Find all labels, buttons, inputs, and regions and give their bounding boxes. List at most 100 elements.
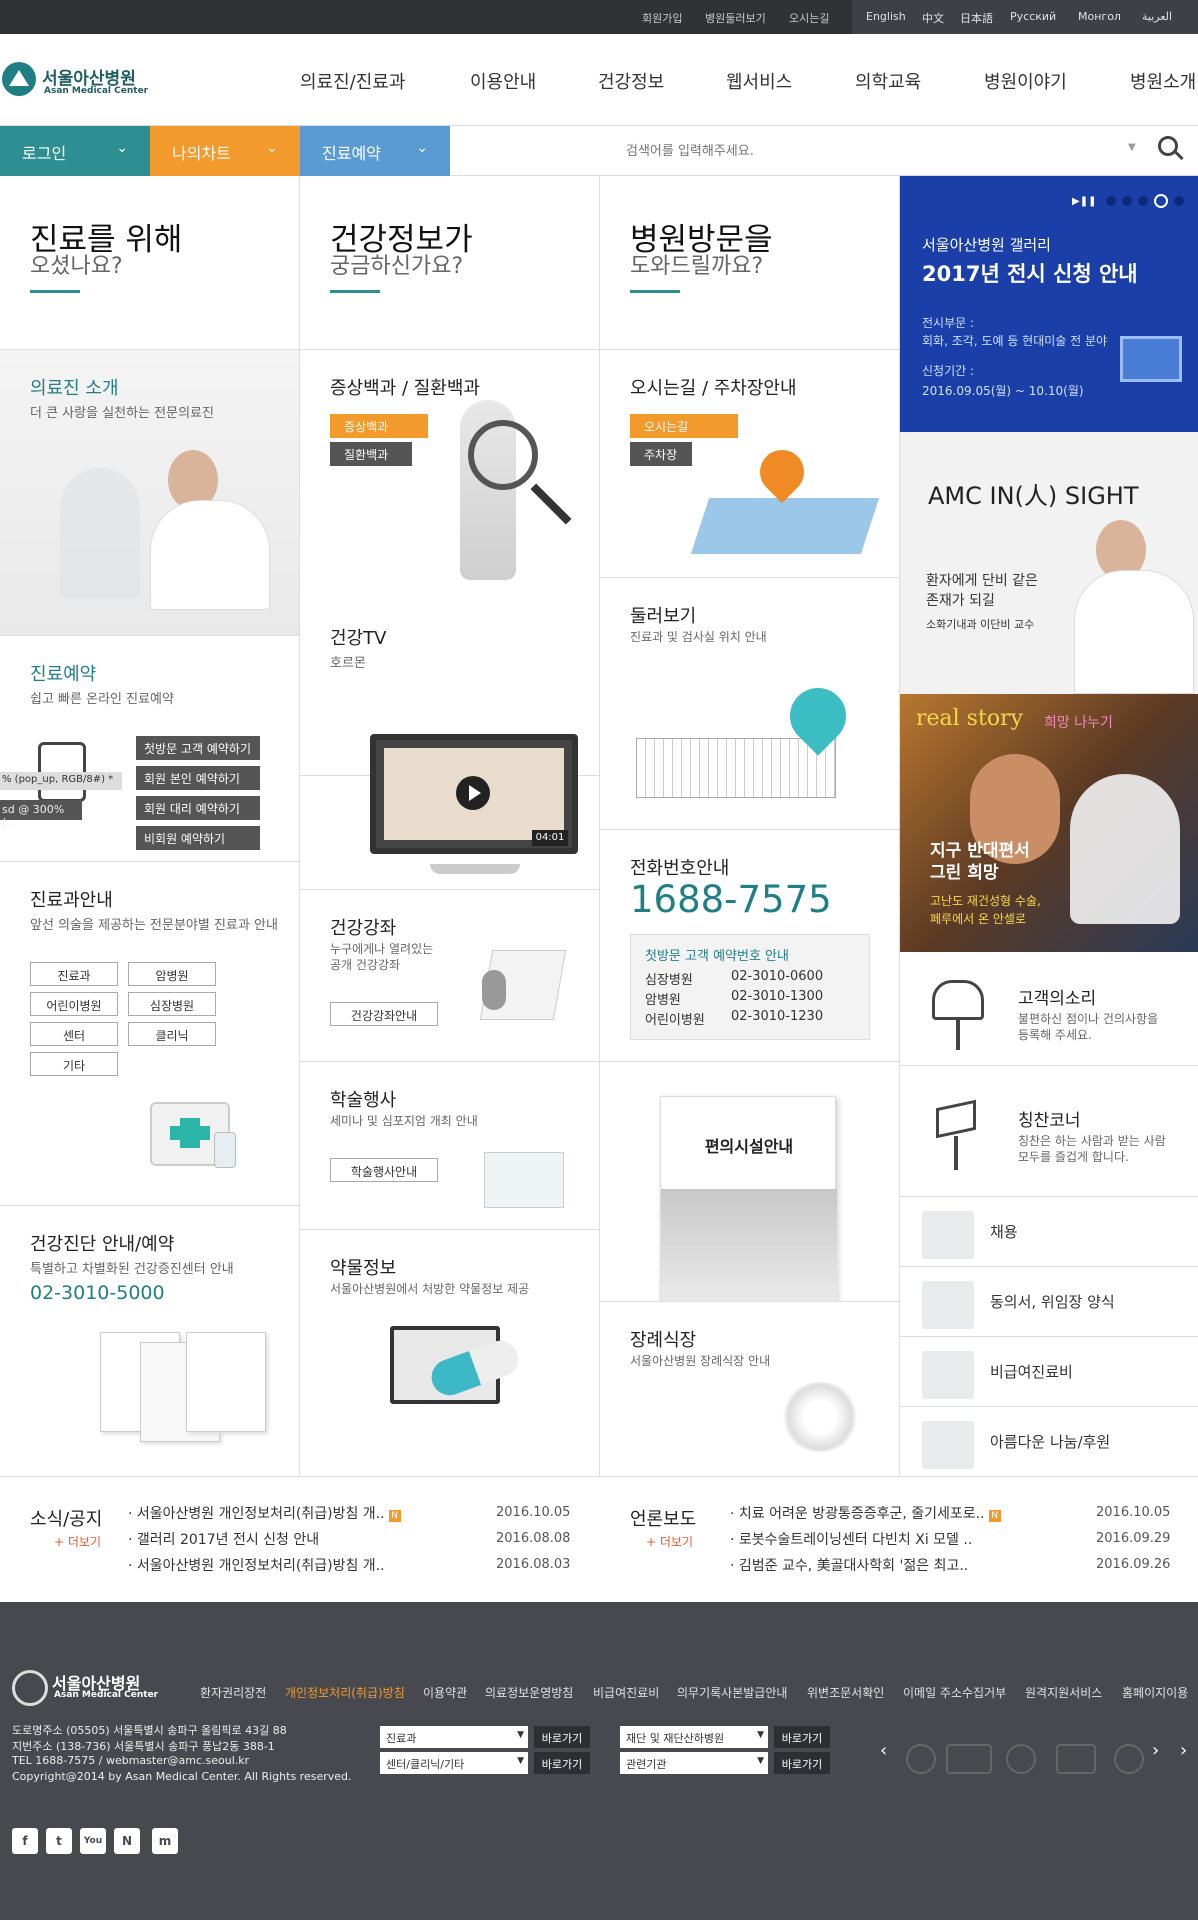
dept-button-cancer[interactable]: 암병원 (128, 962, 216, 986)
facebook-icon[interactable]: f (12, 1828, 38, 1854)
lang-japanese[interactable]: 日本語 (960, 10, 993, 26)
gnb-education[interactable]: 의학교육 (855, 68, 921, 94)
chevron-right-icon[interactable]: › (1180, 1740, 1187, 1761)
footer-select-foundation[interactable]: 재단 및 재단산하병원 ▼ (620, 1726, 768, 1748)
lang-russian[interactable]: Русский (1010, 10, 1056, 23)
voice-card[interactable]: 고객의소리 불편하신 점이나 건의사항을 등록해 주세요. (900, 952, 1198, 1066)
convenience-card[interactable]: 편의시설안내 (600, 1062, 899, 1302)
logo-emblem-icon[interactable] (2, 62, 36, 96)
video-screen[interactable]: 04:01 (370, 734, 578, 854)
slide-dot[interactable] (1138, 196, 1148, 206)
footer-link[interactable]: 홈페이지이용 (1122, 1684, 1188, 1701)
praise-card[interactable]: 칭찬코너 칭찬은 하는 사람과 받는 사람 모두를 즐겁게 합니다. (900, 1066, 1198, 1196)
press-item[interactable]: · 치료 어려운 방광통증증후군, 줄기세포로.. N (730, 1503, 1001, 1523)
footer-link[interactable]: 환자권리장전 (200, 1684, 266, 1701)
search-input[interactable] (626, 140, 1126, 162)
quick-item-recruit[interactable]: 채용 (900, 1196, 1198, 1266)
footer-link[interactable]: 비급여진료비 (593, 1684, 659, 1701)
notice-more-link[interactable]: + 더보기 (54, 1533, 101, 1550)
phone-number[interactable]: 1688-7575 (630, 878, 832, 921)
healthtv-card[interactable]: 건강TV 호르몬 04:01 (300, 600, 599, 890)
checkup-card[interactable]: 건강진단 안내/예약 특별하고 차별화된 건강증진센터 안내 02-3010-5… (0, 1206, 299, 1476)
dept-button-children[interactable]: 어린이병원 (30, 992, 118, 1016)
dept-button-heart[interactable]: 심장병원 (128, 992, 216, 1016)
parking-button[interactable]: 주차장 (630, 442, 692, 466)
footer-select-dept[interactable]: 진료과 ▼ (380, 1726, 528, 1748)
directions-link[interactable]: 오시는길 (789, 10, 829, 26)
twitter-icon[interactable]: t (46, 1828, 72, 1854)
reserve-nonmember-button[interactable]: 비회원 예약하기 (136, 826, 260, 850)
directions-button[interactable]: 오시는길 (630, 414, 738, 438)
footer-link[interactable]: 위변조문서확인 (807, 1684, 884, 1701)
lecture-info-button[interactable]: 건강강좌안내 (330, 1002, 438, 1026)
lang-arabic[interactable]: العربية (1142, 10, 1172, 23)
footer-go-button[interactable]: 바로가기 (774, 1752, 830, 1774)
gnb-webservice[interactable]: 웹서비스 (726, 68, 792, 94)
mychart-button[interactable]: 나의차트 ⌄ (150, 126, 300, 176)
gallery-banner[interactable]: ▶❚❚ 서울아산병원 갤러리 2017년 전시 신청 안내 전시부문 : 회화,… (900, 176, 1198, 432)
footer-select-center[interactable]: 센터/클리닉/기타 ▼ (380, 1752, 528, 1774)
tel-row-number[interactable]: 02-3010-0600 (731, 969, 823, 984)
footer-select-related[interactable]: 관련기관 ▼ (620, 1752, 768, 1774)
footer-go-button[interactable]: 바로가기 (774, 1726, 830, 1748)
realstory-banner[interactable]: real story 희망 나누기 지구 반대편서 그린 희망 고난도 재건성형… (900, 694, 1198, 952)
dept-button-clinic2[interactable]: 클리닉 (128, 1022, 216, 1046)
lookaround-card[interactable]: 둘러보기 진료과 및 검사실 위치 안내 (600, 578, 899, 830)
footer-link[interactable]: 의료정보운영방침 (485, 1684, 573, 1701)
chevron-left-icon[interactable]: ‹ (880, 1740, 887, 1761)
login-button[interactable]: 로그인 ⌄ (0, 126, 150, 176)
quick-item-fees[interactable]: 비급여진료비 (900, 1336, 1198, 1406)
play-pause-icon[interactable]: ▶❚❚ (1072, 196, 1096, 207)
dept-button-clinic[interactable]: 진료과 (30, 962, 118, 986)
quick-item-forms[interactable]: 동의서, 위임장 양식 (900, 1266, 1198, 1336)
notice-item[interactable]: · 서울아산병원 개인정보처리(취급)방침 개.. (128, 1555, 385, 1575)
press-item[interactable]: · 로봇수술트레이닝센터 다빈치 Xi 모델 .. (730, 1529, 972, 1549)
dept-button-center[interactable]: 센터 (30, 1022, 118, 1046)
naver-icon[interactable]: N (114, 1828, 140, 1854)
gnb-story[interactable]: 병원이야기 (984, 68, 1067, 94)
slide-dot-active[interactable] (1154, 194, 1168, 208)
youtube-icon[interactable]: You (80, 1828, 106, 1854)
checkup-phone[interactable]: 02-3010-5000 (30, 1282, 165, 1304)
dropdown-arrow-icon[interactable]: ▼ (1128, 142, 1136, 153)
doctors-card[interactable]: 의료진 소개 더 큰 사랑을 실천하는 전문의료진 (0, 350, 299, 636)
gnb-health[interactable]: 건강정보 (598, 68, 664, 94)
press-item[interactable]: · 김범준 교수, 美골대사학회 '젊은 최고.. (730, 1555, 968, 1575)
gnb-about[interactable]: 병원소개 (1130, 68, 1196, 94)
academic-info-button[interactable]: 학술행사안내 (330, 1158, 438, 1182)
footer-link-privacy[interactable]: 개인정보처리(취급)방침 (285, 1684, 405, 1701)
quick-item-donate[interactable]: 아름다운 나눔/후원 (900, 1406, 1198, 1476)
drug-card[interactable]: 약물정보 서울아산병원에서 처방한 약물정보 제공 (300, 1230, 599, 1476)
press-more-link[interactable]: + 더보기 (646, 1533, 693, 1550)
lang-chinese[interactable]: 中文 (922, 10, 944, 26)
hospital-tour-link[interactable]: 병원둘러보기 (705, 10, 766, 26)
chevron-right-icon[interactable]: › (1152, 1740, 1159, 1761)
reserve-button[interactable]: 진료예약 ⌄ (300, 126, 450, 176)
slide-dot[interactable] (1106, 196, 1116, 206)
footer-link[interactable]: 원격지원서비스 (1025, 1684, 1102, 1701)
notice-item[interactable]: · 갤러리 2017년 전시 신청 안내 (128, 1529, 319, 1549)
notice-item[interactable]: · 서울아산병원 개인정보처리(취급)방침 개.. N (128, 1503, 401, 1523)
funeral-card[interactable]: 장례식장 서울아산병원 장례식장 안내 (600, 1302, 899, 1476)
reserve-proxy-button[interactable]: 회원 대리 예약하기 (136, 796, 260, 820)
lang-mongolian[interactable]: Монгол (1078, 10, 1121, 23)
reserve-member-button[interactable]: 회원 본인 예약하기 (136, 766, 260, 790)
slide-dot[interactable] (1122, 196, 1132, 206)
footer-link[interactable]: 이메일 주소수집거부 (903, 1684, 1006, 1701)
tel-row-number[interactable]: 02-3010-1230 (731, 1009, 823, 1024)
diseases-button[interactable]: 질환백과 (330, 442, 412, 466)
tel-row-number[interactable]: 02-3010-1300 (731, 989, 823, 1004)
footer-go-button[interactable]: 바로가기 (534, 1752, 590, 1774)
insight-card[interactable]: AMC IN(人) SIGHT 환자에게 단비 같은 존재가 되길 소화기내과 … (900, 432, 1198, 694)
mobile-icon[interactable]: m (152, 1828, 178, 1854)
reserve-first-visit-button[interactable]: 첫방문 고객 예약하기 (136, 736, 260, 760)
lang-english[interactable]: English (866, 10, 906, 23)
footer-link[interactable]: 의무기록사본발급안내 (677, 1684, 787, 1701)
dept-button-etc[interactable]: 기타 (30, 1052, 118, 1076)
gnb-guide[interactable]: 이용안내 (470, 68, 536, 94)
symptoms-button[interactable]: 증상백과 (330, 414, 428, 438)
footer-go-button[interactable]: 바로가기 (534, 1726, 590, 1748)
join-link[interactable]: 회원가입 (642, 10, 682, 26)
slide-dot[interactable] (1174, 196, 1184, 206)
footer-link[interactable]: 이용약관 (423, 1684, 467, 1701)
